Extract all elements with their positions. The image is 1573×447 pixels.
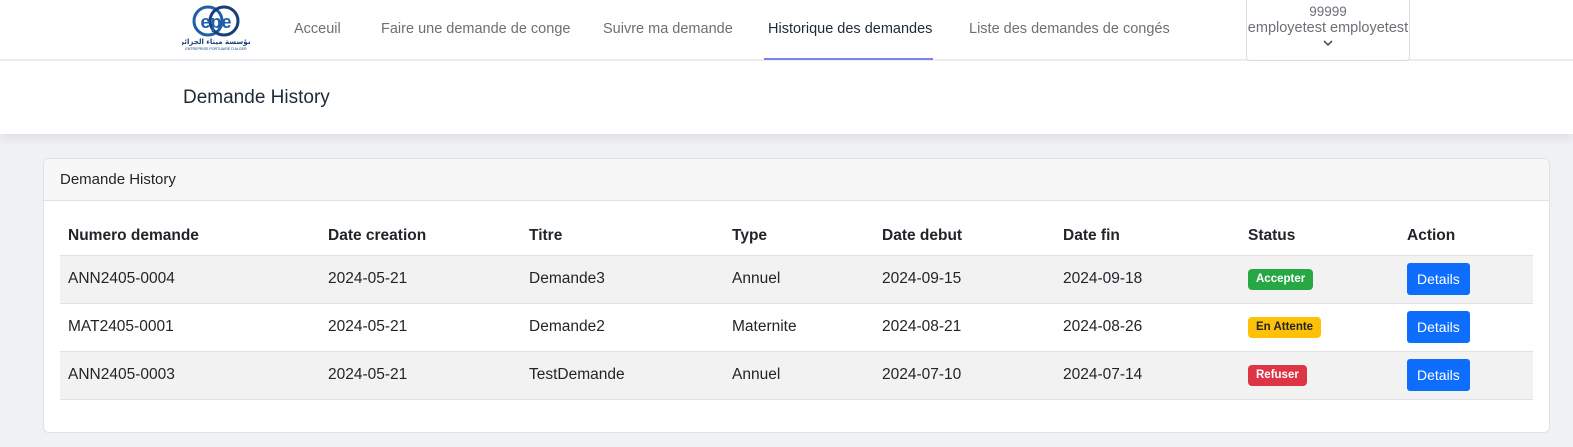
page-header: Demande History xyxy=(0,61,1573,134)
status-badge: Refuser xyxy=(1248,364,1307,386)
logo-arabic: مؤسسة ميناء الجزائر xyxy=(182,38,250,46)
active-nav-indicator xyxy=(764,58,933,60)
logo-letters: epe xyxy=(200,12,231,32)
cell-titre: Demande3 xyxy=(521,255,724,304)
column-header: Date creation xyxy=(320,217,521,256)
cell-numero: MAT2405-0001 xyxy=(60,303,320,352)
nav-item-liste-demandes[interactable]: Liste des demandes de congés xyxy=(969,0,1170,60)
card-header: Demande History xyxy=(44,159,1549,201)
cell-status: En Attente xyxy=(1240,303,1399,352)
cell-date-debut: 2024-07-10 xyxy=(874,351,1055,400)
column-header: Numero demande xyxy=(60,217,320,256)
cell-date-debut: 2024-08-21 xyxy=(874,303,1055,352)
status-badge: En Attente xyxy=(1248,316,1322,338)
logo-subtitle: ENTREPRISE PORTUAIRE D'ALGER xyxy=(185,47,247,51)
user-name: employetest employetest xyxy=(1247,20,1409,36)
cell-status: Refuser xyxy=(1240,351,1399,400)
column-header: Date debut xyxy=(874,217,1055,256)
details-button[interactable]: Details xyxy=(1407,359,1470,391)
column-header: Date fin xyxy=(1055,217,1240,256)
cell-action: Details xyxy=(1399,255,1533,304)
history-table: Numero demande Date creation Titre Type … xyxy=(60,217,1533,400)
cell-numero: ANN2405-0004 xyxy=(60,255,320,304)
history-card: Demande History Numero demande Date crea… xyxy=(43,158,1550,433)
page-title: Demande History xyxy=(183,87,330,108)
user-id: 99999 xyxy=(1309,4,1347,19)
user-menu-dropdown[interactable]: 99999 employetest employetest xyxy=(1246,0,1410,61)
cell-date-fin: 2024-07-14 xyxy=(1055,351,1240,400)
cell-status: Accepter xyxy=(1240,255,1399,304)
cell-type: Annuel xyxy=(724,351,874,400)
status-badge: Accepter xyxy=(1248,268,1314,290)
cell-date-creation: 2024-05-21 xyxy=(320,303,521,352)
column-header: Action xyxy=(1399,217,1533,256)
cell-date-creation: 2024-05-21 xyxy=(320,255,521,304)
cell-date-debut: 2024-09-15 xyxy=(874,255,1055,304)
cell-titre: TestDemande xyxy=(521,351,724,400)
cell-type: Maternite xyxy=(724,303,874,352)
column-header: Status xyxy=(1240,217,1399,256)
column-header: Type xyxy=(724,217,874,256)
details-button[interactable]: Details xyxy=(1407,263,1470,295)
nav-item-suivre-demande[interactable]: Suivre ma demande xyxy=(603,0,733,60)
details-button[interactable]: Details xyxy=(1407,311,1470,343)
table-row: ANN2405-0004 2024-05-21 Demande3 Annuel … xyxy=(60,255,1533,304)
cell-action: Details xyxy=(1399,303,1533,352)
cell-numero: ANN2405-0003 xyxy=(60,351,320,400)
cell-titre: Demande2 xyxy=(521,303,724,352)
cell-type: Annuel xyxy=(724,255,874,304)
column-header: Titre xyxy=(521,217,724,256)
nav-item-faire-demande[interactable]: Faire une demande de conge xyxy=(381,0,570,60)
cell-date-fin: 2024-08-26 xyxy=(1055,303,1240,352)
cell-date-fin: 2024-09-18 xyxy=(1055,255,1240,304)
chevron-down-icon xyxy=(1323,40,1333,47)
table-header-row: Numero demande Date creation Titre Type … xyxy=(60,217,1533,256)
nav-item-acceuil[interactable]: Acceuil xyxy=(294,0,341,60)
nav-item-historique[interactable]: Historique des demandes xyxy=(768,0,932,60)
cell-action: Details xyxy=(1399,351,1533,400)
table-row: ANN2405-0003 2024-05-21 TestDemande Annu… xyxy=(60,351,1533,400)
top-navbar: epe مؤسسة ميناء الجزائر ENTREPRISE PORTU… xyxy=(0,0,1573,61)
table-row: MAT2405-0001 2024-05-21 Demande2 Materni… xyxy=(60,303,1533,352)
cell-date-creation: 2024-05-21 xyxy=(320,351,521,400)
company-logo[interactable]: epe مؤسسة ميناء الجزائر ENTREPRISE PORTU… xyxy=(182,2,250,52)
